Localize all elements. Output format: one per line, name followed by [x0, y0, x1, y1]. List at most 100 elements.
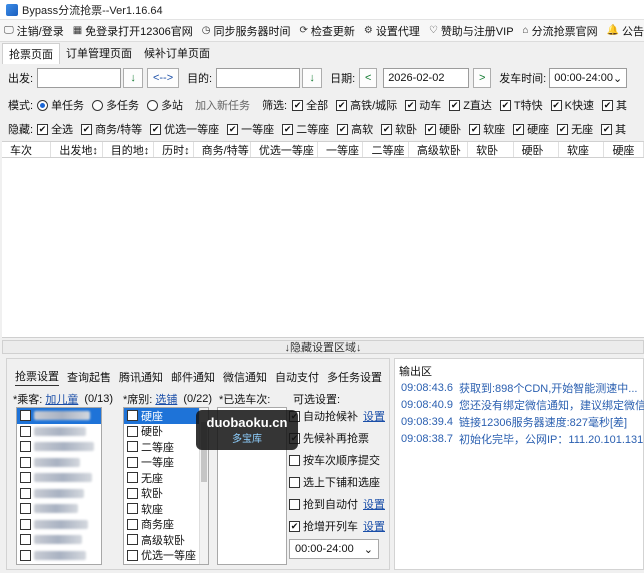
- checkbox-icon: [127, 425, 138, 437]
- add-child-link[interactable]: 加儿童: [45, 394, 78, 406]
- column-header[interactable]: 高级软卧: [409, 142, 469, 157]
- mode-single[interactable]: 单任务: [37, 97, 84, 113]
- passenger-item[interactable]: [17, 424, 101, 440]
- column-header[interactable]: 目的地↕: [103, 142, 155, 157]
- grab-time-select[interactable]: 00:00-24:00 ⌄: [289, 539, 379, 559]
- depart-time-select[interactable]: 00:00-24:00 ⌄: [549, 68, 628, 88]
- passenger-item[interactable]: [17, 517, 101, 533]
- filter-6[interactable]: 其: [602, 97, 627, 113]
- hide-item-8[interactable]: 软座: [469, 121, 505, 137]
- to-station-input[interactable]: [216, 68, 301, 88]
- filter-4[interactable]: T特快: [499, 97, 543, 113]
- filter-2[interactable]: 动车: [405, 97, 441, 113]
- passenger-item[interactable]: [17, 408, 101, 424]
- option-4[interactable]: 抢到自动付 设置: [289, 493, 389, 515]
- from-label: 出发:: [8, 73, 34, 85]
- from-dropdown-button[interactable]: ↓: [123, 68, 144, 88]
- hide-item-4[interactable]: 二等座: [282, 121, 329, 137]
- hide-item-5[interactable]: 高软: [337, 121, 373, 137]
- menu-item-0[interactable]: 🖵 注销/登录: [4, 23, 64, 39]
- seat-item[interactable]: 商务座: [124, 517, 208, 533]
- to-dropdown-button[interactable]: ↓: [302, 68, 323, 88]
- checkbox-icon: [127, 549, 138, 561]
- column-header[interactable]: 软卧: [468, 142, 514, 157]
- next-date-button[interactable]: >: [473, 68, 492, 88]
- hide-item-1[interactable]: 商务/特等: [81, 121, 142, 137]
- hide-item-11[interactable]: 其: [601, 121, 626, 137]
- option-0[interactable]: 自动抢候补设置: [289, 405, 389, 427]
- filter-3[interactable]: Z直达: [449, 97, 492, 113]
- option-settings-link[interactable]: 设置: [363, 518, 385, 534]
- hide-item-3[interactable]: 一等座: [227, 121, 274, 137]
- seat-item[interactable]: 高级软卧: [124, 532, 208, 548]
- settings-tab-3[interactable]: 邮件通知: [171, 368, 215, 386]
- hide-item-7[interactable]: 硬卧: [425, 121, 461, 137]
- seat-item[interactable]: 优选一等座: [124, 548, 208, 564]
- menu-item-4[interactable]: ⚙ 设置代理: [364, 23, 420, 39]
- hide-item-0[interactable]: 全选: [37, 121, 73, 137]
- passenger-item[interactable]: [17, 548, 101, 564]
- filter-0[interactable]: 全部: [292, 97, 328, 113]
- depart-time-label: 发车时间:: [499, 73, 547, 85]
- mode-multi[interactable]: 多任务: [92, 97, 139, 113]
- option-2[interactable]: 按车次顺序提交: [289, 449, 389, 471]
- menu-item-2[interactable]: ◷ 同步服务器时间: [202, 23, 291, 39]
- hide-item-6[interactable]: 软卧: [381, 121, 417, 137]
- seat-item[interactable]: 软卧: [124, 486, 208, 502]
- train-grid-body[interactable]: [2, 158, 644, 338]
- option-1[interactable]: 先候补再抢票: [289, 427, 389, 449]
- passenger-item[interactable]: [17, 439, 101, 455]
- hide-item-10[interactable]: 无座: [557, 121, 593, 137]
- hide-settings-toggle[interactable]: ↓隐藏设置区域↓: [2, 340, 644, 354]
- column-header[interactable]: 优选一等座: [251, 142, 319, 157]
- column-header[interactable]: 商务/特等: [194, 142, 251, 157]
- passenger-item[interactable]: [17, 501, 101, 517]
- mode-multi-station[interactable]: 多站: [147, 97, 183, 113]
- column-header[interactable]: 二等座: [363, 142, 409, 157]
- menu-item-5[interactable]: ♡ 赞助与注册VIP: [429, 23, 514, 39]
- column-header[interactable]: 出发地↕: [51, 142, 103, 157]
- settings-tab-6[interactable]: 多任务设置: [327, 368, 382, 386]
- tab-waitlist[interactable]: 候补订单页面: [138, 43, 216, 63]
- column-header[interactable]: 硬座: [604, 142, 644, 157]
- seat-item[interactable]: 无座: [124, 470, 208, 486]
- settings-tab-2[interactable]: 腾讯通知: [119, 368, 163, 386]
- column-header[interactable]: 一等座: [318, 142, 364, 157]
- seat-item[interactable]: 一等座: [124, 455, 208, 471]
- column-header[interactable]: 硬卧: [514, 142, 559, 157]
- option-5[interactable]: 抢增开列车设置: [289, 515, 389, 537]
- tab-ticket[interactable]: 抢票页面: [2, 42, 60, 64]
- seat-item[interactable]: 软座: [124, 501, 208, 517]
- settings-tab-4[interactable]: 微信通知: [223, 368, 267, 386]
- passenger-item[interactable]: [17, 455, 101, 471]
- column-header[interactable]: 历时↕: [154, 142, 194, 157]
- passenger-item[interactable]: [17, 532, 101, 548]
- hide-item-9[interactable]: 硬座: [513, 121, 549, 137]
- prev-date-button[interactable]: <: [359, 68, 378, 88]
- passenger-list[interactable]: [16, 407, 102, 565]
- menu-item-7[interactable]: 🔔 公告: [607, 23, 644, 39]
- option-3[interactable]: 选上下铺和选座: [289, 471, 389, 493]
- checkbox-icon: [20, 503, 31, 515]
- from-station-input[interactable]: [37, 68, 122, 88]
- date-input[interactable]: 2026-02-02: [383, 68, 470, 88]
- tab-orders[interactable]: 订单管理页面: [60, 43, 138, 63]
- menu-item-6[interactable]: ⌂ 分流抢票官网: [523, 23, 598, 39]
- option-settings-link[interactable]: 设置: [363, 408, 385, 424]
- menu-item-1[interactable]: ▦ 免登录打开12306官网: [73, 23, 193, 39]
- hide-item-2[interactable]: 优选一等座: [150, 121, 219, 137]
- filter-1[interactable]: 高铁/城际: [336, 97, 397, 113]
- filter-5[interactable]: K快速: [550, 97, 594, 113]
- select-berth-link[interactable]: 选铺: [155, 394, 177, 406]
- column-header[interactable]: 车次: [2, 142, 52, 157]
- swap-button[interactable]: <-->: [147, 68, 180, 88]
- settings-tab-0[interactable]: 抢票设置: [15, 367, 59, 386]
- passenger-item[interactable]: [17, 470, 101, 486]
- settings-tab-5[interactable]: 自动支付: [275, 368, 319, 386]
- settings-tab-1[interactable]: 查询起售: [67, 368, 111, 386]
- column-header[interactable]: 软座: [559, 142, 605, 157]
- menu-item-3[interactable]: ⟳ 检查更新: [299, 23, 354, 39]
- passenger-item[interactable]: [17, 486, 101, 502]
- add-task-button[interactable]: 加入新任务: [195, 97, 250, 113]
- option-settings-link[interactable]: 设置: [363, 496, 385, 512]
